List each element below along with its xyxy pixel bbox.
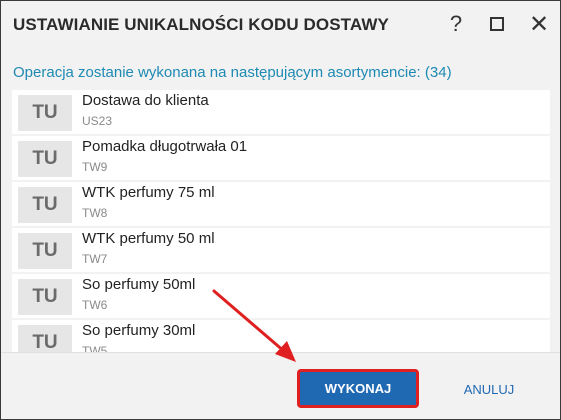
item-code: TW6 bbox=[82, 298, 108, 312]
cancel-button[interactable]: ANULUJ bbox=[449, 379, 529, 399]
item-name: Pomadka długotrwała 01 bbox=[82, 138, 248, 155]
item-name: WTK perfumy 50 ml bbox=[82, 230, 215, 247]
list-item[interactable]: TU WTK perfumy 50 ml TW7 bbox=[12, 228, 550, 272]
item-type-badge: TU bbox=[18, 279, 72, 315]
item-name: So perfumy 50ml bbox=[82, 276, 196, 293]
item-code: US23 bbox=[82, 114, 113, 128]
list-item[interactable]: TU Pomadka długotrwała 01 TW9 bbox=[12, 136, 550, 180]
item-type-badge: TU bbox=[18, 233, 72, 269]
assortment-list[interactable]: TU Dostawa do klienta US23 TU Pomadka dł… bbox=[12, 90, 550, 352]
help-icon: ? bbox=[449, 11, 463, 36]
item-name: Dostawa do klienta bbox=[82, 92, 209, 109]
item-code: TW7 bbox=[82, 252, 108, 266]
item-code: TW9 bbox=[82, 160, 108, 174]
list-item[interactable]: TU So perfumy 50ml TW6 bbox=[12, 274, 550, 318]
list-item[interactable]: TU WTK perfumy 75 ml TW8 bbox=[12, 182, 550, 226]
item-type-badge: TU bbox=[18, 187, 72, 223]
window-title: USTAWIANIE UNIKALNOŚCI KODU DOSTAWY bbox=[13, 15, 389, 34]
item-type-badge: TU bbox=[18, 325, 72, 352]
item-code: TW5 bbox=[82, 344, 108, 352]
item-type-badge: TU bbox=[18, 141, 72, 177]
close-button[interactable]: ✕ bbox=[526, 10, 552, 38]
list-item[interactable]: TU Dostawa do klienta US23 bbox=[12, 90, 550, 134]
title-bar: USTAWIANIE UNIKALNOŚCI KODU DOSTAWY ? ✕ bbox=[1, 1, 560, 49]
operation-description: Operacja zostanie wykonana na następując… bbox=[13, 64, 452, 81]
list-item[interactable]: TU So perfumy 30ml TW5 bbox=[12, 320, 550, 352]
item-name: So perfumy 30ml bbox=[82, 322, 196, 339]
maximize-icon bbox=[490, 17, 504, 31]
help-button[interactable]: ? bbox=[443, 11, 469, 37]
footer-divider bbox=[1, 352, 560, 353]
item-type-badge: TU bbox=[18, 95, 72, 131]
item-name: WTK perfumy 75 ml bbox=[82, 184, 215, 201]
maximize-button[interactable] bbox=[484, 11, 510, 37]
close-icon: ✕ bbox=[528, 10, 550, 38]
item-code: TW8 bbox=[82, 206, 108, 220]
execute-button[interactable]: WYKONAJ bbox=[298, 370, 418, 407]
dialog-window: USTAWIANIE UNIKALNOŚCI KODU DOSTAWY ? ✕ … bbox=[0, 0, 561, 420]
